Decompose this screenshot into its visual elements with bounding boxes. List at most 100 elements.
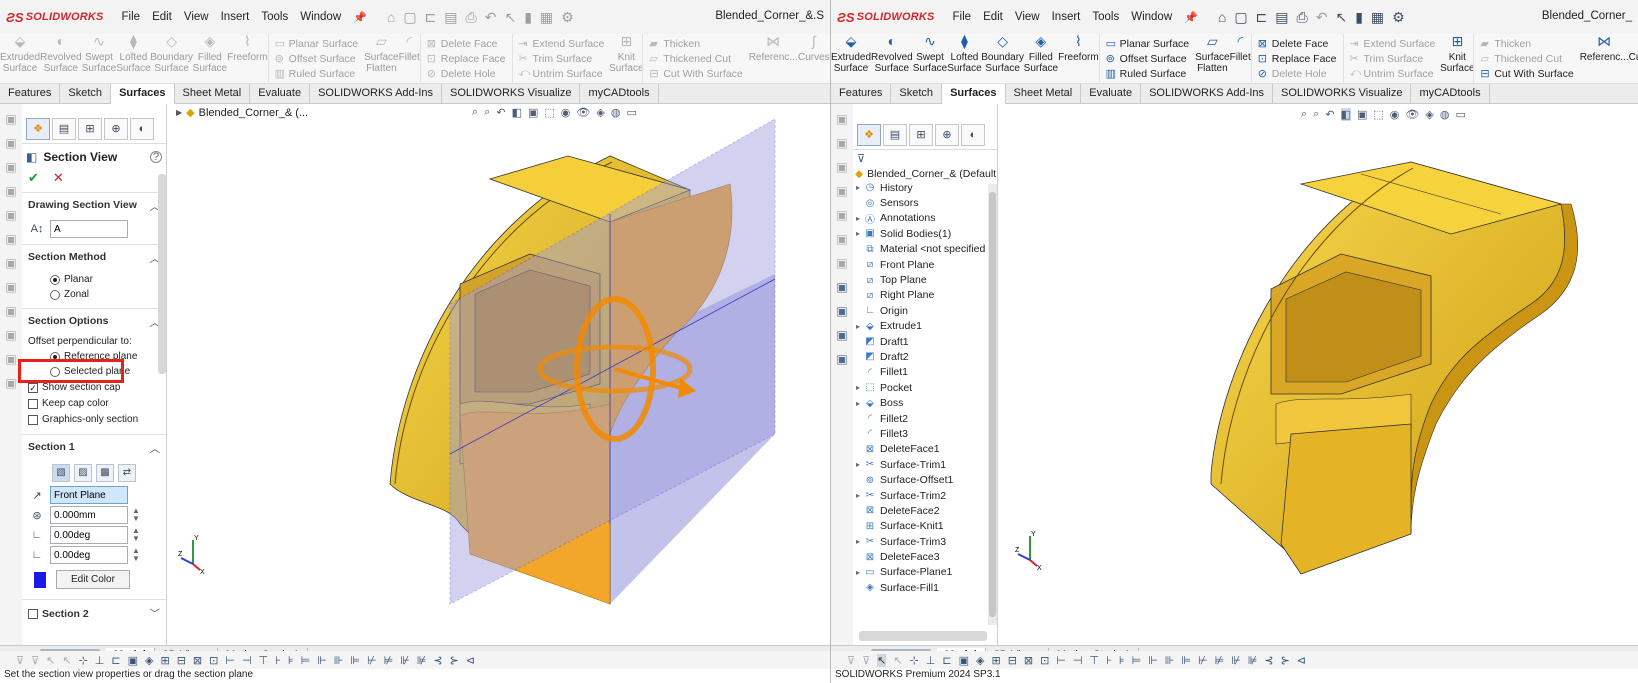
pin-icon[interactable]: 📌 <box>353 11 367 24</box>
extend-surface-button[interactable]: ⇥ Extend Surface <box>519 37 605 51</box>
tree-item-annotations[interactable]: ▸ Ⓐ Annotations <box>853 211 987 226</box>
strip-icon-5[interactable]: ◈ <box>145 654 153 667</box>
tool-icon-9[interactable]: ▣ <box>5 304 16 318</box>
strip-icon-21[interactable]: ⊮ <box>1231 654 1241 667</box>
tree-item-right-plane[interactable]: ⧄ Right Plane <box>853 288 987 303</box>
collapse-chevron-icon[interactable]: ︿ <box>150 441 161 456</box>
offset-surface-button[interactable]: ⊚ Offset Surface <box>275 52 358 66</box>
thicken-button[interactable]: ▰ Thicken <box>1480 37 1573 51</box>
replace-face-button[interactable]: ⊡ Replace Face <box>1258 52 1337 66</box>
tool-icon-1[interactable]: ▣ <box>5 112 16 126</box>
surface-flatten-button[interactable]: ▱ Surface Flatten <box>1195 34 1229 83</box>
tree-item-surface-plane1[interactable]: ▸ ▭ Surface-Plane1 <box>853 565 987 580</box>
strip-icon-15[interactable]: ⊨ <box>1132 654 1142 667</box>
freeform-button[interactable]: ⌇ Freeform <box>1058 34 1099 83</box>
ruled-surface-button[interactable]: ▥ Ruled Surface <box>1106 67 1189 81</box>
solidworks-logo[interactable]: ƧS SOLIDWORKS <box>837 10 935 25</box>
tool-icon-3[interactable]: ▣ <box>5 160 16 174</box>
menu-file[interactable]: File <box>953 11 972 23</box>
top-plane-icon[interactable]: ▨ <box>74 464 92 482</box>
edit-color-button[interactable]: Edit Color <box>56 570 130 589</box>
tab-features[interactable]: Features <box>0 84 61 104</box>
feature-tree-tab-icon[interactable]: ❖ <box>857 123 881 146</box>
tab-mycadtools[interactable]: myCADtools <box>580 84 659 104</box>
strip-icon-16[interactable]: ⊩ <box>317 654 327 667</box>
strip-icon-9[interactable]: ⊡ <box>209 654 218 667</box>
menu-tools[interactable]: Tools <box>1092 11 1119 23</box>
reference-geometry-button[interactable]: ⋈ Referenc... <box>1580 34 1629 83</box>
tool-icon-2[interactable]: ▣ <box>5 136 16 150</box>
swept-surface-button[interactable]: ∿ Swept Surface <box>82 34 116 83</box>
strip-filter-icon-2[interactable]: ⊽ <box>862 654 870 667</box>
strip-filter-icon-2[interactable]: ⊽ <box>31 654 39 667</box>
tab-sketch[interactable]: Sketch <box>891 84 943 104</box>
spin-arrows-icon[interactable]: ▲ ▼ <box>132 547 140 563</box>
section-plane-input[interactable] <box>50 486 128 504</box>
strip-icon-5[interactable]: ◈ <box>976 654 984 667</box>
tool-icon-8[interactable]: ▣ <box>836 280 847 294</box>
tab-surfaces[interactable]: Surfaces <box>111 84 175 104</box>
zonal-radio[interactable]: Zonal <box>50 289 160 300</box>
boundary-surface-button[interactable]: ◇ Boundary Surface <box>150 34 193 83</box>
section-label-input[interactable] <box>50 220 128 238</box>
ruled-surface-button[interactable]: ▥ Ruled Surface <box>275 67 358 81</box>
tree-item-surface-trim3[interactable]: ▸ ✂ Surface-Trim3 <box>853 534 987 549</box>
select-icon[interactable]: ↖ <box>1335 9 1347 26</box>
print-icon[interactable]: ⎙ <box>466 9 477 26</box>
menu-edit[interactable]: Edit <box>983 11 1003 23</box>
strip-icon-19[interactable]: ⊬ <box>1198 654 1208 667</box>
save-icon[interactable]: ▤ <box>1275 9 1288 26</box>
tree-item-boss[interactable]: ▸ ⬙ Boss <box>853 395 987 410</box>
ok-check-icon[interactable]: ✔ <box>28 170 39 186</box>
extend-surface-button[interactable]: ⇥ Extend Surface <box>1350 37 1436 51</box>
undo-icon[interactable]: ↶ <box>485 9 497 26</box>
expand-chevron-icon[interactable]: ﹀ <box>150 606 161 621</box>
open-icon[interactable]: ⊏ <box>1256 9 1268 26</box>
tool-icon-8[interactable]: ▣ <box>5 280 16 294</box>
tab-features[interactable]: Features <box>831 84 892 104</box>
strip-icon-4[interactable]: ▣ <box>959 654 969 667</box>
new-icon[interactable]: ▢ <box>1234 9 1247 26</box>
tree-item-deleteface3[interactable]: ⊠ DeleteFace3 <box>853 549 987 564</box>
menu-tools[interactable]: Tools <box>261 11 288 23</box>
tree-item-material[interactable]: ⧉ Material <not specified <box>853 242 987 257</box>
options-icon[interactable]: ⚙ <box>561 9 574 26</box>
tab-surfaces[interactable]: Surfaces <box>942 84 1006 104</box>
knit-surface-button[interactable]: ⊞ Knit Surface <box>1440 34 1474 83</box>
tree-item-solid-bodies[interactable]: ▸ ▣ Solid Bodies(1) <box>853 226 987 241</box>
home-icon[interactable]: ⌂ <box>387 9 395 26</box>
strip-icon-7[interactable]: ⊟ <box>177 654 186 667</box>
planar-surface-button[interactable]: ▭ Planar Surface <box>275 37 358 51</box>
strip-select-icon[interactable]: ↖ <box>877 653 887 667</box>
options-icon[interactable]: ⚙ <box>1392 9 1405 26</box>
strip-icon-1[interactable]: ⊹ <box>910 654 919 667</box>
pin-icon[interactable]: 📌 <box>1184 11 1198 24</box>
tool-icon-10[interactable]: ▣ <box>836 328 847 342</box>
reference-geometry-button[interactable]: ⋈ Referenc... <box>749 34 798 83</box>
display-tab-icon[interactable]: ◐ <box>130 117 154 140</box>
help-icon[interactable]: ? <box>150 151 162 163</box>
strip-icon-1[interactable]: ⊹ <box>79 654 88 667</box>
thickened-cut-button[interactable]: ▱ Thickened Cut <box>1480 52 1573 66</box>
tab-mycadtools[interactable]: myCADtools <box>1411 84 1490 104</box>
planar-radio[interactable]: Planar <box>50 274 160 285</box>
filled-surface-button[interactable]: ◈ Filled Surface <box>1024 34 1058 83</box>
strip-icon-12[interactable]: ⊤ <box>259 654 269 667</box>
tree-item-surface-fill1[interactable]: ◈ Surface-Fill1 <box>853 580 987 595</box>
strip-icon-6[interactable]: ⊞ <box>160 654 169 667</box>
expand-arrow-icon[interactable]: ▸ <box>853 460 863 469</box>
tool-icon-7[interactable]: ▣ <box>836 256 847 270</box>
delete-hole-button[interactable]: ⊘ Delete Hole <box>1258 67 1337 81</box>
thickened-cut-button[interactable]: ▱ Thickened Cut <box>649 52 742 66</box>
strip-icon-20[interactable]: ⊭ <box>384 654 394 667</box>
delete-face-button[interactable]: ⊠ Delete Face <box>1258 37 1337 51</box>
save-icon[interactable]: ▤ <box>444 9 457 26</box>
y-rotation-input[interactable] <box>50 546 128 564</box>
revolved-surface-button[interactable]: ◐ Revolved Surface <box>40 34 82 83</box>
lofted-surface-button[interactable]: ⧫ Lofted Surface <box>116 34 150 83</box>
strip-icon-13[interactable]: ⊦ <box>275 654 281 667</box>
tool-icon-6[interactable]: ▣ <box>836 232 847 246</box>
tree-horizontal-scrollbar[interactable] <box>859 631 987 641</box>
dimxpert-tab-icon[interactable]: ⊕ <box>104 117 128 140</box>
strip-icon-16[interactable]: ⊩ <box>1148 654 1158 667</box>
